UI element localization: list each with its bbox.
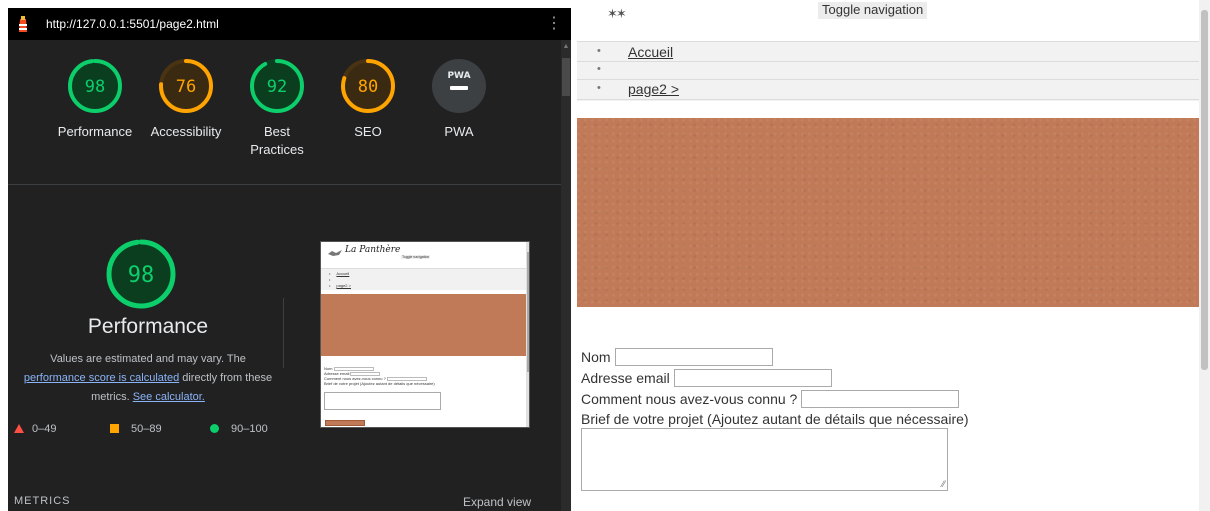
thumbnail-button [325,420,365,426]
scrollbar-thumb[interactable] [562,58,570,96]
nav-bullet: • [597,82,601,94]
page-scrollbar[interactable] [1199,0,1210,511]
thumbnail-nav-item: • page2 > [329,283,351,288]
see-calculator-link[interactable]: See calculator. [133,391,205,403]
legend-pass: 90–100 [210,423,268,435]
score-ring-icon: 76 [159,59,213,113]
thumbnail-textarea [324,392,441,410]
vertical-divider [283,298,284,368]
thumbnail-nav-item: • Accueil [329,271,350,276]
gauge-score: 76 [176,77,196,97]
nav-bullet: • [597,45,601,57]
legend-fail-label: 0–49 [32,423,57,435]
average-square-icon [110,424,119,433]
pass-circle-icon [210,424,219,433]
gauge-score: 92 [267,77,287,97]
nav-separator [577,99,1199,100]
score-ring-icon: 98 [68,59,122,113]
score-calculated-link[interactable]: performance score is calculated [24,372,179,384]
more-options-icon[interactable]: ⋮ [546,14,562,34]
legend-pass-label: 90–100 [231,423,268,435]
connu-input[interactable] [801,390,960,408]
pwa-badge-icon: PWA [432,59,486,113]
thumbnail-form-label: Brief de votre projet (Ajoutez autant de… [324,381,435,386]
nav-separator [577,61,1199,62]
nav-separator [577,79,1199,80]
score-ring-icon: 80 [341,59,395,113]
site-nav: • Accueil • • page2 > [577,41,1199,101]
legend-average: 50–89 [110,423,162,435]
nav-link-page2[interactable]: page2 > [628,81,679,97]
nav-bullet: • [597,63,601,75]
gauge-label: SEO [354,124,382,139]
lighthouse-panel: http://127.0.0.1:5501/page2.html ⋮ ▲ 98 … [8,8,571,511]
email-input[interactable] [673,369,832,387]
thumbnail-form: Nom Adresse email Comment nous avez-vous… [324,366,435,386]
form-row-connu: Comment nous avez-vous connu ? [581,390,960,408]
gauge-score: 98 [85,77,105,97]
hero-banner [577,118,1199,307]
nom-input[interactable] [614,348,773,366]
thumbnail-brand: La Panthère [345,245,401,255]
thumbnail-nav-label: page2 > [336,283,351,288]
expand-view-button[interactable]: Expand view [463,495,531,509]
desc-text: directly from these [179,372,273,384]
legend-fail: 0–49 [14,423,56,435]
thumbnail-banner [321,294,526,356]
brief-label: Brief de votre projet (Ajoutez autant de… [581,411,969,427]
desc-text: Values are estimated and may vary. The [50,353,246,365]
site-logo-icon: ✶✶ [607,6,627,21]
gauge-label: Accessibility [150,124,222,139]
legend-average-label: 50–89 [131,423,162,435]
brief-textarea[interactable]: ⁄⁄ [581,428,948,491]
panther-logo-icon [328,250,342,256]
panel-scrollbar[interactable]: ▲ [561,40,571,511]
section-divider [8,184,561,185]
gauge-label: PWA [444,124,474,139]
scroll-up-icon[interactable]: ▲ [562,42,570,52]
form-row-brief: Brief de votre projet (Ajoutez autant de… [581,410,969,428]
report-url: http://127.0.0.1:5501/page2.html [46,17,219,31]
toggle-navigation-button[interactable]: Toggle navigation [818,2,928,19]
performance-score-gauge: 98 [106,239,176,309]
final-screenshot-thumbnail[interactable]: La Panthère Toggle navigation • Accueil •… [320,241,530,428]
pwa-badge-text: PWA [447,71,470,81]
gauge-seo[interactable]: 80 SEO [318,58,418,141]
thumbnail-toggle: Toggle navigation [401,255,431,259]
fail-triangle-icon [14,424,24,433]
page-scrollbar-thumb[interactable] [1201,10,1208,370]
thumbnail-nav: • Accueil • • page2 > [321,268,526,290]
thumbnail-nav-item: • [329,277,331,282]
gauge-score: 80 [358,77,378,97]
desc-text: metrics. [91,391,133,403]
performance-title: Performance [87,315,209,338]
score-ring-icon: 92 [250,59,304,113]
nom-label: Nom [581,349,611,365]
report-url-bar: http://127.0.0.1:5501/page2.html ⋮ [8,8,571,40]
nav-link-accueil[interactable]: Accueil [628,44,673,60]
connu-label: Comment nous avez-vous connu ? [581,391,798,407]
gauge-best-practices[interactable]: 92 Best Practices [227,58,327,159]
performance-description: Values are estimated and may vary. The p… [8,350,288,407]
gauge-performance[interactable]: 98 Performance [45,58,145,141]
page-preview: ✶✶ Toggle navigation • Accueil • • page2… [577,0,1210,511]
resize-grip-icon[interactable]: ⁄⁄ [942,479,945,489]
metrics-heading: METRICS [14,495,71,507]
form-row-email: Adresse email [581,369,832,387]
thumbnail-nav-label: Accueil [336,271,350,276]
gauge-label: Best Practices [250,124,304,157]
thumbnail-scrollbar-thumb [527,252,529,372]
gauge-pwa[interactable]: PWA PWA [409,58,509,141]
performance-score: 98 [128,263,155,288]
nav-separator [577,41,1199,42]
gauge-accessibility[interactable]: 76 Accessibility [136,58,236,141]
form-row-nom: Nom [581,348,773,366]
email-label: Adresse email [581,370,670,386]
gauge-label: Performance [57,124,133,139]
lighthouse-logo-icon [19,16,27,32]
